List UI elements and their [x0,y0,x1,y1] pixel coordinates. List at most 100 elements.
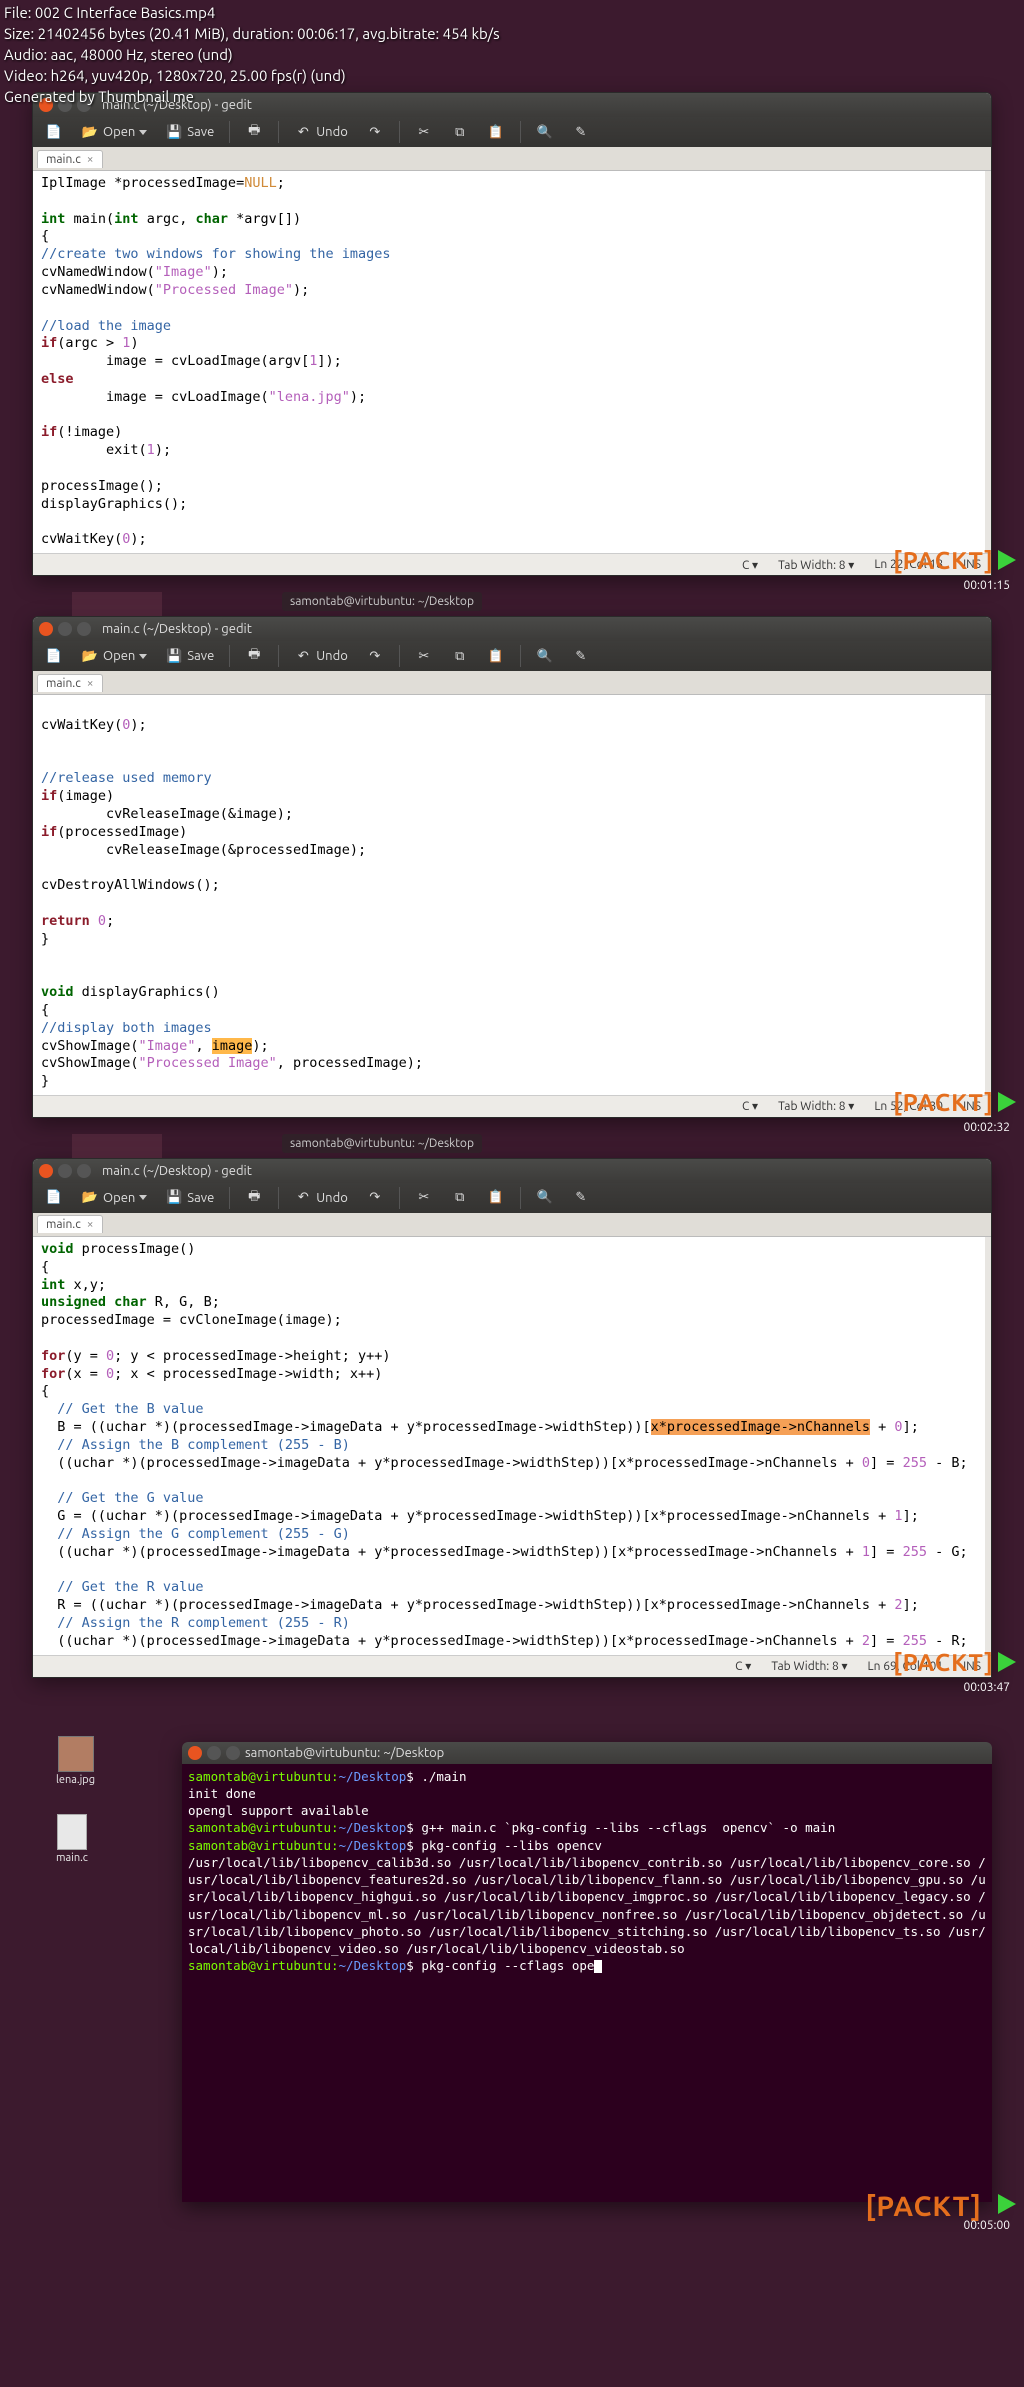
new-button[interactable]: 📄 [39,1187,69,1209]
save-icon: 💾 [165,1189,183,1207]
redo-button[interactable]: ↷ [360,121,390,143]
titlebar[interactable]: main.c (~/Desktop) - gedit [33,1159,991,1183]
tab-label: main.c [46,1218,81,1231]
close-icon[interactable] [39,622,53,636]
cut-button[interactable]: ✂ [409,121,439,143]
separator [278,1187,279,1209]
separator [399,645,400,667]
find-button[interactable]: 🔍 [530,645,560,667]
paste-button[interactable]: 📋 [481,1187,511,1209]
save-label: Save [187,649,214,663]
tab-close-icon[interactable]: × [87,1218,94,1231]
paste-icon: 📋 [487,123,505,141]
new-file-icon: 📄 [45,1189,63,1207]
undo-icon: ↶ [294,1189,312,1207]
desktop-icon-lena[interactable]: lena.jpg [56,1736,95,1786]
replace-button[interactable]: ✎ [566,121,596,143]
maximize-icon[interactable] [77,622,91,636]
screenshot-3: samontab@virtubuntu: ~/Desktop main.c (~… [12,1158,1012,1678]
tabwidth-selector[interactable]: Tab Width: 8 ▾ [778,558,854,572]
play-icon [998,2194,1016,2214]
play-icon [998,550,1016,570]
close-icon[interactable] [39,1164,53,1178]
tabwidth-selector[interactable]: Tab Width: 8 ▾ [771,1659,847,1673]
redo-button[interactable]: ↷ [360,1187,390,1209]
file-tab-main-c[interactable]: main.c × [37,150,103,168]
separator [520,1187,521,1209]
minimize-icon[interactable] [58,622,72,636]
cut-button[interactable]: ✂ [409,1187,439,1209]
file-tab-main-c[interactable]: main.c × [37,1215,103,1233]
redo-icon: ↷ [366,647,384,665]
paste-icon: 📋 [487,1189,505,1207]
window-title: main.c (~/Desktop) - gedit [102,1164,252,1178]
statusbar: C ▾ Tab Width: 8 ▾ Ln 22, Col 18 INS [33,553,991,575]
timestamp: 00:02:32 [963,1121,1010,1134]
undo-button[interactable]: ↶Undo [288,121,354,143]
open-folder-icon: 📂 [81,1189,99,1207]
code-editor[interactable]: void processImage() { int x,y; unsigned … [33,1237,991,1655]
find-button[interactable]: 🔍 [530,121,560,143]
save-icon: 💾 [165,647,183,665]
minimize-icon[interactable] [58,1164,72,1178]
open-button[interactable]: 📂Open [75,645,153,667]
tab-close-icon[interactable]: × [87,153,94,166]
maximize-icon[interactable] [226,1746,240,1760]
print-button[interactable]: 🖶 [239,121,269,143]
print-button[interactable]: 🖶 [239,1187,269,1209]
paste-button[interactable]: 📋 [481,121,511,143]
save-button[interactable]: 💾Save [159,1187,220,1209]
code-editor[interactable]: cvWaitKey(0); //release used memory if(i… [33,695,991,1095]
open-button[interactable]: 📂Open [75,1187,153,1209]
undo-label: Undo [316,1191,348,1205]
lang-selector[interactable]: C ▾ [742,1099,758,1113]
replace-button[interactable]: ✎ [566,645,596,667]
toolbar: 📄 📂Open 💾 Save 🖶 ↶Undo ↷ ✂ ⧉ 📋 🔍 ✎ [33,641,991,671]
redo-icon: ↷ [366,1189,384,1207]
screenshot-1: main.c (~/Desktop) - gedit 📄 📂Open 💾Save… [12,92,1012,576]
new-button[interactable]: 📄 [39,645,69,667]
replace-button[interactable]: ✎ [566,1187,596,1209]
terminal-body[interactable]: samontab@virtubuntu:~/Desktop$ ./main in… [182,1764,992,1979]
new-button[interactable]: 📄 [39,121,69,143]
copy-button[interactable]: ⧉ [445,1187,475,1209]
code-editor[interactable]: IplImage *processedImage=NULL; int main(… [33,171,991,553]
copy-icon: ⧉ [451,647,469,665]
open-button[interactable]: 📂Open [75,121,153,143]
terminal-cursor [594,1960,602,1973]
copy-button[interactable]: ⧉ [445,645,475,667]
timestamp: 00:01:15 [963,579,1010,592]
tab-close-icon[interactable]: × [87,677,94,690]
undo-button[interactable]: ↶ Undo [288,1187,354,1209]
save-button[interactable]: 💾 Save [159,645,220,667]
tabwidth-selector[interactable]: Tab Width: 8 ▾ [778,1099,854,1113]
minimize-icon[interactable] [207,1746,221,1760]
undo-label: Undo [316,125,348,139]
packt-watermark: [PACKT] [893,1089,994,1116]
redo-button[interactable]: ↷ [360,645,390,667]
timestamp: 00:05:00 [963,2219,1010,2232]
print-button[interactable]: 🖶 [239,645,269,667]
desktop-icon-mainc[interactable]: main.c [56,1814,88,1864]
cut-button[interactable]: ✂ [409,645,439,667]
lang-selector[interactable]: C ▾ [735,1659,751,1673]
maximize-icon[interactable] [77,1164,91,1178]
save-button[interactable]: 💾Save [159,121,220,143]
lang-selector[interactable]: C ▾ [742,558,758,572]
find-icon: 🔍 [536,1189,554,1207]
timestamp: 00:03:47 [963,1681,1010,1694]
paste-button[interactable]: 📋 [481,645,511,667]
new-file-icon: 📄 [45,647,63,665]
icon-label: lena.jpg [56,1774,95,1786]
desktop-fragment [72,592,162,616]
find-button[interactable]: 🔍 [530,1187,560,1209]
undo-button[interactable]: ↶Undo [288,645,354,667]
open-label: Open [103,649,135,663]
titlebar[interactable]: samontab@virtubuntu: ~/Desktop [182,1742,992,1764]
file-tab-main-c[interactable]: main.c × [37,674,103,692]
save-label: Save [187,125,214,139]
screenshot-4: lena.jpg main.c samontab@virtubuntu: ~/D… [12,1718,1012,2228]
close-icon[interactable] [188,1746,202,1760]
titlebar[interactable]: main.c (~/Desktop) - gedit [33,617,991,641]
copy-button[interactable]: ⧉ [445,121,475,143]
